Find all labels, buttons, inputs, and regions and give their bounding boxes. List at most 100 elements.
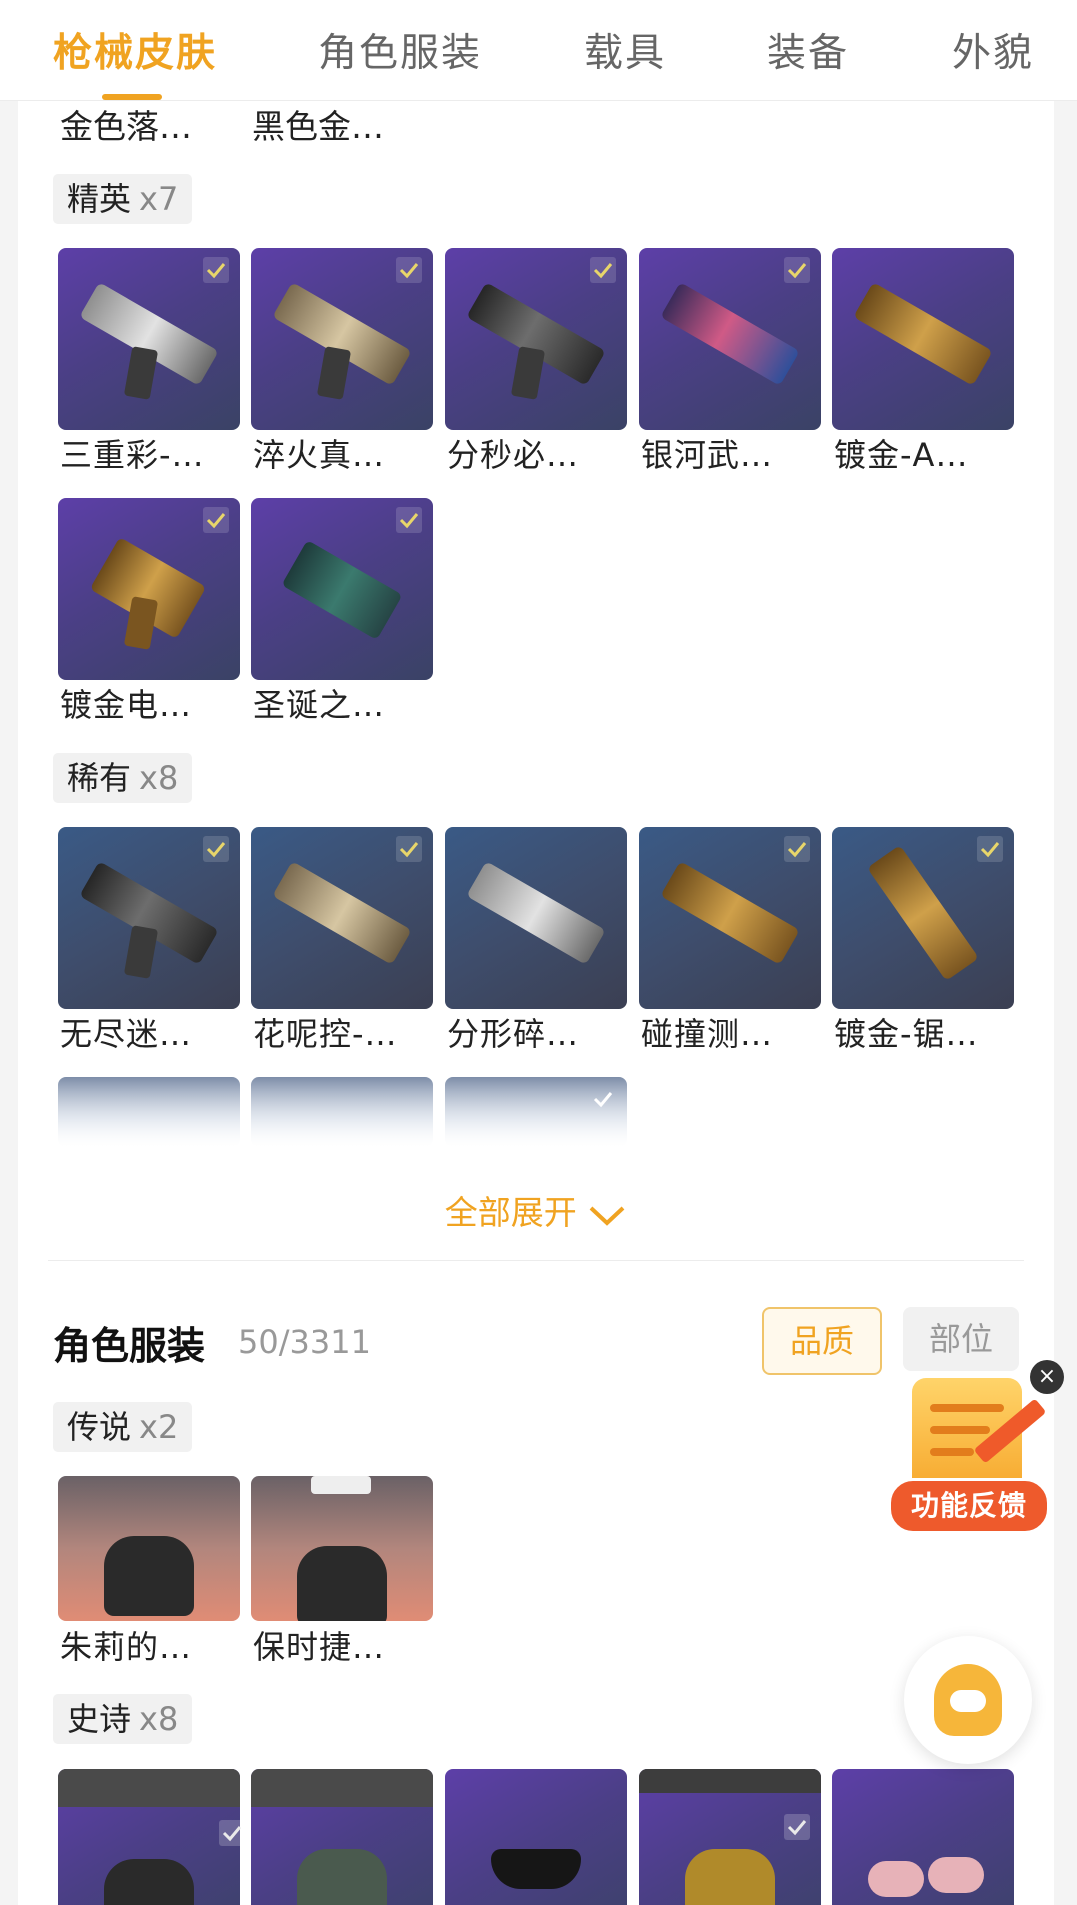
tab-bar: 枪械皮肤 角色服装 载具 装备 外貌 xyxy=(0,0,1077,101)
skin-name: 镀金-锯… xyxy=(834,1015,979,1053)
tier-badge-epic: 史诗 x8 xyxy=(53,1694,193,1744)
check-icon xyxy=(396,836,422,862)
skin-thumbnail xyxy=(251,827,433,1009)
check-icon xyxy=(590,257,616,283)
costume-item[interactable] xyxy=(832,1769,1014,1905)
close-icon[interactable]: × xyxy=(1030,1360,1064,1394)
check-icon xyxy=(396,257,422,283)
costume-name: 保时捷… xyxy=(253,1628,386,1666)
costume-item[interactable] xyxy=(58,1769,240,1905)
costume-image xyxy=(297,1849,387,1905)
tab-equipment[interactable]: 装备 xyxy=(767,22,849,78)
feedback-widget[interactable]: 功能反馈 xyxy=(888,1360,1050,1540)
skin-thumbnail xyxy=(251,248,433,430)
costume-top-band xyxy=(251,1769,433,1807)
skin-item[interactable]: 花呢控-… xyxy=(251,827,433,1053)
customer-service-button[interactable] xyxy=(904,1636,1032,1764)
costume-thumbnail xyxy=(639,1769,821,1905)
costume-thumbnail xyxy=(251,1476,433,1621)
tier-count: x8 xyxy=(139,1700,179,1738)
tab-appearance[interactable]: 外貌 xyxy=(952,22,1034,78)
skin-thumbnail xyxy=(832,248,1014,430)
costume-name: 朱莉的… xyxy=(60,1628,193,1666)
tier-name: 史诗 xyxy=(67,1700,132,1738)
skin-item[interactable]: 镀金电… xyxy=(58,498,240,724)
costume-top-band xyxy=(639,1769,821,1793)
skin-thumbnail xyxy=(832,827,1014,1009)
expand-all-button[interactable]: 全部展开 xyxy=(18,1186,1054,1234)
skin-item[interactable]: 分秒必… xyxy=(445,248,627,474)
tier-name: 精英 xyxy=(67,180,132,218)
costume-item[interactable] xyxy=(639,1769,821,1905)
item-label: 金色落… xyxy=(60,107,192,146)
skin-name: 碰撞测… xyxy=(641,1015,774,1053)
customer-service-icon xyxy=(934,1664,1002,1736)
content-card: 金色落… 黑色金… 精英 x7 三重彩-… 淬火真… 分秒必… 银河武… 镀金-… xyxy=(18,100,1054,1905)
skin-thumbnail xyxy=(445,248,627,430)
gun-grip xyxy=(510,346,546,400)
gun-grip xyxy=(316,346,352,400)
skin-item[interactable]: 分形碎… xyxy=(445,827,627,1053)
check-icon xyxy=(203,836,229,862)
tab-character-outfits[interactable]: 角色服装 xyxy=(318,22,482,78)
note-line xyxy=(930,1426,990,1434)
costume-image xyxy=(297,1546,387,1621)
costume-item[interactable]: 朱莉的… xyxy=(58,1476,240,1666)
costume-thumbnail xyxy=(445,1769,627,1905)
skin-name: 淬火真… xyxy=(253,436,386,474)
note-line xyxy=(930,1404,1004,1412)
costume-image xyxy=(928,1857,984,1893)
costume-thumbnail xyxy=(58,1769,240,1905)
gun-image xyxy=(281,539,403,641)
skin-item[interactable]: 淬火真… xyxy=(251,248,433,474)
skin-name: 圣诞之… xyxy=(253,686,386,724)
costume-thumbnail xyxy=(832,1769,1014,1905)
expand-all-label: 全部展开 xyxy=(444,1193,577,1232)
costume-image xyxy=(104,1859,194,1905)
skin-item[interactable]: 银河武… xyxy=(639,248,821,474)
check-icon xyxy=(784,1814,810,1840)
check-icon xyxy=(219,1820,245,1846)
skin-thumbnail xyxy=(251,498,433,680)
check-icon xyxy=(784,257,810,283)
tier-badge-rare: 稀有 x8 xyxy=(53,753,193,803)
skin-name: 分形碎… xyxy=(447,1015,580,1053)
skin-thumbnail xyxy=(445,827,627,1009)
customer-service-face xyxy=(950,1690,986,1712)
check-icon xyxy=(784,836,810,862)
costume-thumbnail xyxy=(58,1476,240,1621)
tier-name: 稀有 xyxy=(67,759,132,797)
skin-name: 镀金电… xyxy=(60,686,193,724)
skin-item[interactable]: 镀金-锯… xyxy=(832,827,1014,1053)
costume-image xyxy=(104,1536,194,1616)
filter-quality-button[interactable]: 品质 xyxy=(762,1307,882,1375)
item-label: 黑色金… xyxy=(252,107,384,146)
tier-count: x2 xyxy=(139,1408,179,1446)
skin-item[interactable]: 镀金-A… xyxy=(832,248,1014,474)
costume-item[interactable] xyxy=(251,1769,433,1905)
tab-vehicles[interactable]: 载具 xyxy=(584,22,666,78)
costume-item[interactable]: 保时捷… xyxy=(251,1476,433,1666)
gun-grip xyxy=(123,346,159,400)
skin-name: 花呢控-… xyxy=(253,1015,398,1053)
gun-image xyxy=(660,282,800,386)
skin-name: 三重彩-… xyxy=(60,436,205,474)
check-icon xyxy=(203,507,229,533)
tab-weapon-skins[interactable]: 枪械皮肤 xyxy=(53,22,217,78)
check-icon xyxy=(203,257,229,283)
skin-name: 无尽迷… xyxy=(60,1015,193,1053)
costume-image xyxy=(491,1849,581,1889)
costume-item[interactable] xyxy=(445,1769,627,1905)
feedback-label: 功能反馈 xyxy=(888,1478,1050,1534)
skin-item[interactable]: 三重彩-… xyxy=(58,248,240,474)
skin-thumbnail xyxy=(58,827,240,1009)
costume-image-top xyxy=(311,1476,371,1494)
tier-badge-legend: 传说 x2 xyxy=(53,1402,193,1452)
gun-image xyxy=(867,845,979,981)
costume-image xyxy=(868,1861,924,1897)
gun-grip xyxy=(123,925,159,979)
skin-item[interactable]: 碰撞测… xyxy=(639,827,821,1053)
skin-item[interactable]: 无尽迷… xyxy=(58,827,240,1053)
skin-item[interactable]: 圣诞之… xyxy=(251,498,433,724)
gun-image xyxy=(853,282,993,386)
